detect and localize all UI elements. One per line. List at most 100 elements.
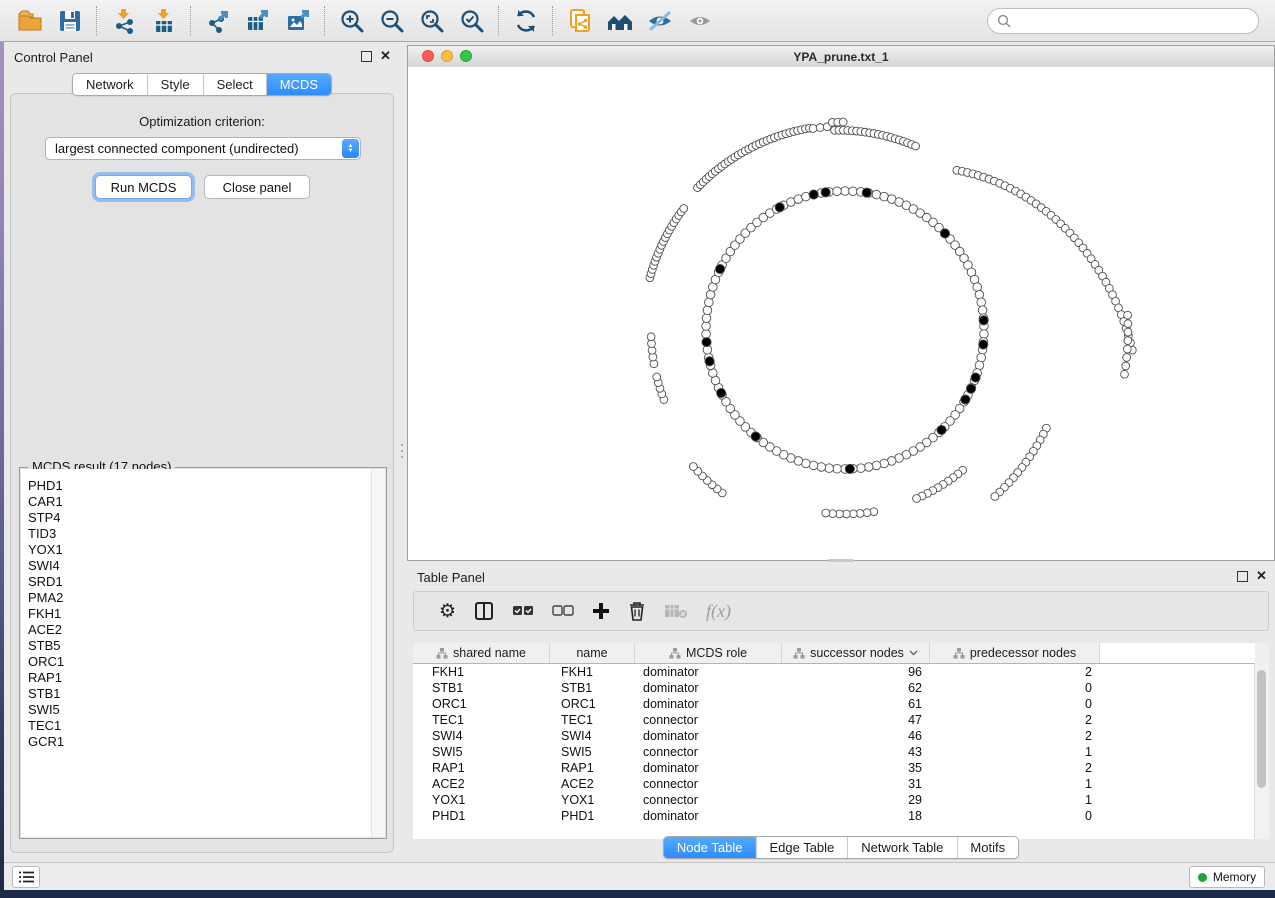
minimize-window-icon[interactable] [441, 50, 453, 62]
tab-style[interactable]: Style [148, 74, 204, 95]
list-item[interactable]: CAR1 [28, 494, 385, 510]
close-window-icon[interactable] [422, 50, 434, 62]
sitemap-icon [436, 648, 448, 659]
list-item[interactable]: PHD1 [28, 478, 385, 494]
clone-network-icon[interactable] [565, 6, 595, 36]
list-item[interactable]: TEC1 [28, 718, 385, 734]
tab-network-table[interactable]: Network Table [848, 837, 957, 858]
list-item[interactable]: SWI5 [28, 702, 385, 718]
search-input[interactable] [1016, 13, 1258, 30]
table-row[interactable]: SWI5SWI5connector431 [413, 744, 1269, 760]
deselect-all-icon[interactable] [552, 604, 574, 618]
hide-selected-icon[interactable] [645, 6, 675, 36]
delete-row-icon[interactable] [628, 601, 646, 621]
float-panel-icon[interactable] [361, 51, 372, 62]
zoom-out-icon[interactable] [377, 6, 407, 36]
table-cell: 29 [782, 793, 930, 807]
tab-mcds[interactable]: MCDS [267, 74, 331, 95]
show-columns-icon[interactable] [474, 601, 494, 621]
export-image-icon[interactable] [283, 6, 313, 36]
add-row-icon[interactable] [592, 602, 610, 620]
toolbar-separator [96, 6, 98, 36]
select-all-icon[interactable] [512, 604, 534, 618]
list-item[interactable]: STP4 [28, 510, 385, 526]
network-window: YPA_prune.txt_1 [407, 45, 1275, 561]
table-row[interactable]: SWI4SWI4dominator462 [413, 728, 1269, 744]
table-row[interactable]: PHD1PHD1dominator180 [413, 808, 1269, 824]
tab-select[interactable]: Select [204, 74, 267, 95]
list-item[interactable]: SWI4 [28, 558, 385, 574]
float-panel-icon[interactable] [1237, 571, 1248, 582]
column-header-successor-nodes[interactable]: successor nodes [782, 643, 930, 663]
tab-network[interactable]: Network [73, 74, 148, 95]
list-item[interactable]: STB1 [28, 686, 385, 702]
list-item[interactable]: FKH1 [28, 606, 385, 622]
splitter-handle[interactable] [401, 444, 403, 458]
zoom-in-icon[interactable] [337, 6, 367, 36]
table-cell: 2 [930, 729, 1100, 743]
list-item[interactable]: GCR1 [28, 734, 385, 750]
table-cell: 31 [782, 777, 930, 791]
column-header-shared-name[interactable]: shared name [413, 643, 550, 663]
sitemap-icon [793, 648, 805, 659]
list-item[interactable]: YOX1 [28, 542, 385, 558]
scrollbar-thumb[interactable] [1257, 670, 1266, 788]
table-row[interactable]: RAP1RAP1dominator352 [413, 760, 1269, 776]
list-item[interactable]: PMA2 [28, 590, 385, 606]
zoom-selected-icon[interactable] [457, 6, 487, 36]
list-item[interactable]: ORC1 [28, 654, 385, 670]
network-canvas[interactable] [408, 67, 1274, 560]
list-item[interactable]: ACE2 [28, 622, 385, 638]
first-neighbors-icon[interactable] [605, 6, 635, 36]
table-row[interactable]: ACE2ACE2connector311 [413, 776, 1269, 792]
table-cell: 1 [930, 777, 1100, 791]
run-mcds-button[interactable]: Run MCDS [95, 175, 192, 199]
panel-list-button[interactable] [12, 866, 40, 888]
network-graph [408, 67, 1274, 560]
optimization-criterion-label: Optimization criterion: [11, 114, 393, 129]
table-cell: RAP1 [413, 761, 550, 775]
import-network-icon[interactable] [109, 6, 139, 36]
show-all-icon[interactable] [685, 6, 715, 36]
network-titlebar[interactable]: YPA_prune.txt_1 [408, 46, 1274, 68]
zoom-fit-icon[interactable] [417, 6, 447, 36]
table-cell: dominator [635, 665, 782, 679]
tab-edge-table[interactable]: Edge Table [756, 837, 848, 858]
close-panel-icon[interactable]: ✕ [1256, 570, 1267, 582]
column-header-predecessor-nodes[interactable]: predecessor nodes [930, 643, 1100, 663]
import-table-icon[interactable] [149, 6, 179, 36]
maximize-window-icon[interactable] [460, 50, 472, 62]
table-cell: STB1 [550, 681, 635, 695]
table-cell: 2 [930, 665, 1100, 679]
tab-motifs[interactable]: Motifs [957, 837, 1018, 858]
table-row[interactable]: FKH1FKH1dominator962 [413, 664, 1269, 680]
settings-icon[interactable]: ⚙ [439, 600, 456, 623]
open-session-icon[interactable] [15, 6, 45, 36]
reapply-layout-icon[interactable] [511, 6, 541, 36]
list-item[interactable]: RAP1 [28, 670, 385, 686]
export-table-icon[interactable] [243, 6, 273, 36]
list-item[interactable]: SRD1 [28, 574, 385, 590]
table-row[interactable]: STB1STB1dominator620 [413, 680, 1269, 696]
export-network-icon[interactable] [203, 6, 233, 36]
memory-button[interactable]: Memory [1189, 866, 1265, 888]
function-builder-icon: f(x) [706, 601, 731, 622]
table-cell: 2 [930, 713, 1100, 727]
splitter-handle[interactable] [828, 559, 854, 562]
column-header-mcds-role[interactable]: MCDS role [635, 643, 782, 663]
tab-node-table[interactable]: Node Table [664, 837, 757, 858]
table-cell: 18 [782, 809, 930, 823]
criterion-dropdown[interactable]: largest connected component (undirected)… [45, 137, 361, 160]
table-row[interactable]: YOX1YOX1connector291 [413, 792, 1269, 808]
table-cell: FKH1 [550, 665, 635, 679]
column-header-name[interactable]: name [550, 643, 635, 663]
close-panel-icon[interactable]: ✕ [380, 50, 391, 62]
table-row[interactable]: TEC1TEC1connector472 [413, 712, 1269, 728]
close-panel-button[interactable]: Close panel [204, 175, 310, 199]
table-scrollbar[interactable] [1254, 663, 1269, 839]
list-item[interactable]: TID3 [28, 526, 385, 542]
table-row[interactable]: ORC1ORC1dominator610 [413, 696, 1269, 712]
mcds-list-scrollbar[interactable] [371, 469, 385, 837]
save-session-icon[interactable] [55, 6, 85, 36]
list-item[interactable]: STB5 [28, 638, 385, 654]
